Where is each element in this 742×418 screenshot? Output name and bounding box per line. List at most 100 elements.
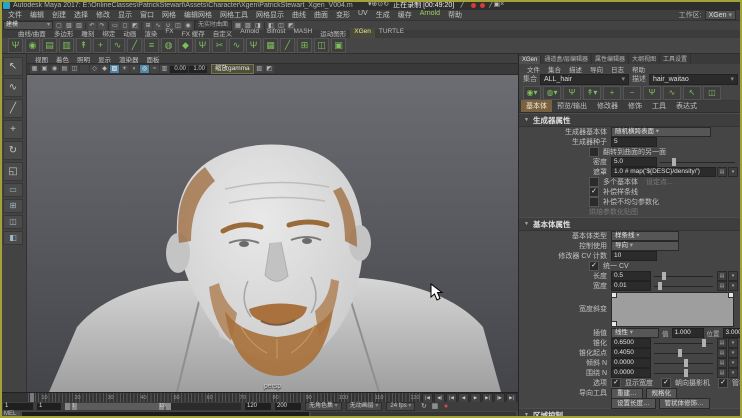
lights-icon[interactable]: ☀ bbox=[120, 65, 129, 73]
xgen-add-guide-icon[interactable]: + bbox=[93, 38, 108, 53]
generate-primitives-dropdown[interactable]: 随机横跨表面 bbox=[611, 127, 711, 137]
width-ramp-widget[interactable] bbox=[611, 292, 734, 327]
range-slider-track[interactable]: 1 120 bbox=[65, 403, 241, 410]
viewport-toolbar-icon[interactable] bbox=[80, 65, 89, 73]
width-map-button[interactable] bbox=[717, 281, 727, 291]
tube-shade-checkbox[interactable] bbox=[718, 378, 728, 388]
length-field[interactable]: 0.5 bbox=[611, 271, 651, 281]
animation-preferences-icon[interactable]: ▦ bbox=[430, 403, 439, 411]
viewport-menu-item[interactable]: 着色 bbox=[52, 54, 73, 64]
menu-item[interactable]: 显示 bbox=[114, 10, 136, 20]
anim-layer-dropdown[interactable]: 无动画层 bbox=[346, 402, 383, 411]
width-field[interactable]: 0.01 bbox=[611, 281, 651, 291]
menu-item[interactable]: 修改 bbox=[92, 10, 114, 20]
flip-surface-checkbox[interactable] bbox=[589, 147, 599, 157]
sidebar-tab[interactable]: 通道盒/层编辑器 bbox=[541, 54, 592, 64]
length-map-button[interactable] bbox=[717, 271, 727, 281]
xgen-export-icon[interactable]: ▤ bbox=[42, 38, 57, 53]
menu-item[interactable]: 网格工具 bbox=[216, 10, 252, 20]
shelf-tab[interactable]: Bifrost bbox=[263, 28, 289, 38]
xgen-preview-icon[interactable]: ◆ bbox=[178, 38, 193, 53]
viewport-menu-item[interactable]: 显示 bbox=[94, 54, 115, 64]
xgen-guide-tool-icon[interactable]: ↟ bbox=[76, 38, 91, 53]
menu-item[interactable]: 缓存 bbox=[394, 10, 416, 20]
shelf-tab[interactable]: 渲染 bbox=[140, 28, 161, 38]
section-generator-attributes[interactable]: 生成器属性 bbox=[519, 113, 742, 127]
recorder-refresh-icon[interactable]: ↻ bbox=[383, 1, 389, 8]
xgen-import-icon[interactable]: ▥ bbox=[59, 38, 74, 53]
density-field[interactable]: 5.0 bbox=[611, 157, 657, 167]
menu-item[interactable]: 曲线 bbox=[288, 10, 310, 20]
xgen-generate-primitives-icon[interactable]: Ψ bbox=[563, 86, 581, 100]
xgen-clump-icon[interactable]: Ψ bbox=[195, 38, 210, 53]
bake-param-button[interactable]: 烘焙参数化贴图 bbox=[589, 207, 638, 217]
compensate-param-checkbox[interactable] bbox=[589, 197, 599, 207]
taper-start-map-button[interactable] bbox=[717, 348, 727, 358]
viewport-menu-item[interactable]: 视图 bbox=[31, 54, 52, 64]
sidebar-tab[interactable]: 属性编辑器 bbox=[592, 54, 629, 64]
section-region-control[interactable]: 区域控制 bbox=[519, 408, 742, 418]
xgen-bake-icon[interactable]: ▦ bbox=[263, 38, 278, 53]
menu-item[interactable]: 帮助 bbox=[444, 10, 466, 20]
move-tool-icon[interactable]: + bbox=[3, 120, 23, 139]
shadows-icon[interactable]: ◐ bbox=[130, 65, 139, 73]
gamma-field[interactable]: 1.00 bbox=[189, 66, 207, 73]
viewport-menu-item[interactable]: 照明 bbox=[73, 54, 94, 64]
taper-start-slider[interactable] bbox=[654, 349, 713, 357]
menu-item[interactable]: 曲面 bbox=[310, 10, 332, 20]
xgen-menu-item[interactable]: 帮助 bbox=[628, 64, 649, 74]
xgen-convert-icon[interactable]: ◫ bbox=[703, 86, 721, 100]
range-end-field[interactable]: 120 bbox=[245, 403, 271, 410]
rotate-tool-icon[interactable]: ↻ bbox=[3, 141, 23, 160]
shelf-tab[interactable]: TURTLE bbox=[375, 28, 408, 38]
xgen-menu-item[interactable]: 导向 bbox=[586, 64, 607, 74]
menu-item[interactable]: 编辑 bbox=[26, 10, 48, 20]
around-n-field[interactable]: 0.0000 bbox=[611, 368, 651, 378]
xgen-menu-item[interactable]: 文件 bbox=[523, 64, 544, 74]
multisample-icon[interactable]: ▥ bbox=[160, 65, 169, 73]
menu-item[interactable]: 选择 bbox=[70, 10, 92, 20]
scale-tool-icon[interactable]: ◱ bbox=[3, 162, 23, 181]
auto-keyframe-icon[interactable]: ● bbox=[441, 403, 450, 411]
collection-dropdown[interactable]: ALL_hair bbox=[540, 74, 629, 85]
menu-item[interactable]: 创建 bbox=[48, 10, 70, 20]
taper-menu-button[interactable] bbox=[728, 338, 738, 348]
viewport-menu-item[interactable]: 渲染器 bbox=[115, 54, 143, 64]
uniform-cv-checkbox[interactable] bbox=[589, 261, 599, 271]
motion-blur-icon[interactable]: ≈ bbox=[150, 65, 159, 73]
camera-attributes-icon[interactable]: ◉ bbox=[50, 65, 59, 73]
recorder-pen-icon[interactable]: ╱ bbox=[458, 1, 467, 9]
tilt-n-field[interactable]: 0.0000 bbox=[611, 358, 651, 368]
compensate-splines-checkbox[interactable] bbox=[589, 187, 599, 197]
shelf-tab[interactable]: 雕刻 bbox=[77, 28, 98, 38]
recorder-close-icon[interactable]: × bbox=[500, 1, 504, 8]
control-using-dropdown[interactable]: 导向 bbox=[611, 241, 679, 251]
description-dropdown[interactable]: hair_waitao bbox=[649, 74, 738, 85]
lasso-tool-icon[interactable]: ∿ bbox=[3, 78, 23, 97]
mask-map-button[interactable] bbox=[717, 167, 727, 177]
textured-icon[interactable]: ▨ bbox=[110, 65, 119, 73]
fps-dropdown[interactable]: 24 fps bbox=[386, 402, 415, 411]
workspace-dropdown[interactable]: XGen bbox=[705, 10, 736, 20]
menu-item[interactable]: 编辑网格 bbox=[180, 10, 216, 20]
mel-label[interactable]: MEL bbox=[0, 411, 20, 418]
xgen-noise-icon[interactable]: ∿ bbox=[229, 38, 244, 53]
xgen-output-icon[interactable]: ▣ bbox=[331, 38, 346, 53]
shaded-icon[interactable]: ◆ bbox=[100, 65, 109, 73]
tilt-n-map-button[interactable] bbox=[717, 358, 727, 368]
xgen-density-brush-icon[interactable]: ╱ bbox=[127, 38, 142, 53]
ramp-interp-dropdown[interactable]: 线性 bbox=[611, 328, 659, 338]
primitive-type-dropdown[interactable]: 样条线 bbox=[611, 231, 679, 241]
generator-seed-field[interactable]: 5 bbox=[611, 137, 657, 147]
length-menu-button[interactable] bbox=[728, 271, 738, 281]
menu-item[interactable]: 变形 bbox=[332, 10, 354, 20]
xgen-comb-icon[interactable]: ∿ bbox=[663, 86, 681, 100]
shelf-tab[interactable]: Arnold bbox=[236, 28, 263, 38]
mask-expression-field[interactable]: 1.0 # map('${DESC}/density/') bbox=[611, 167, 716, 177]
xgen-guide-sculpt-icon[interactable]: Ψ bbox=[643, 86, 661, 100]
shelf-tab[interactable]: 曲线/曲面 bbox=[14, 28, 50, 38]
xgen-create-description-icon[interactable]: Ψ bbox=[8, 38, 23, 53]
xgen-subtab[interactable]: 工具 bbox=[647, 100, 671, 112]
xgen-preview-icon[interactable]: ◍▾ bbox=[543, 86, 561, 100]
scene-end-field[interactable]: 200 bbox=[275, 403, 301, 410]
